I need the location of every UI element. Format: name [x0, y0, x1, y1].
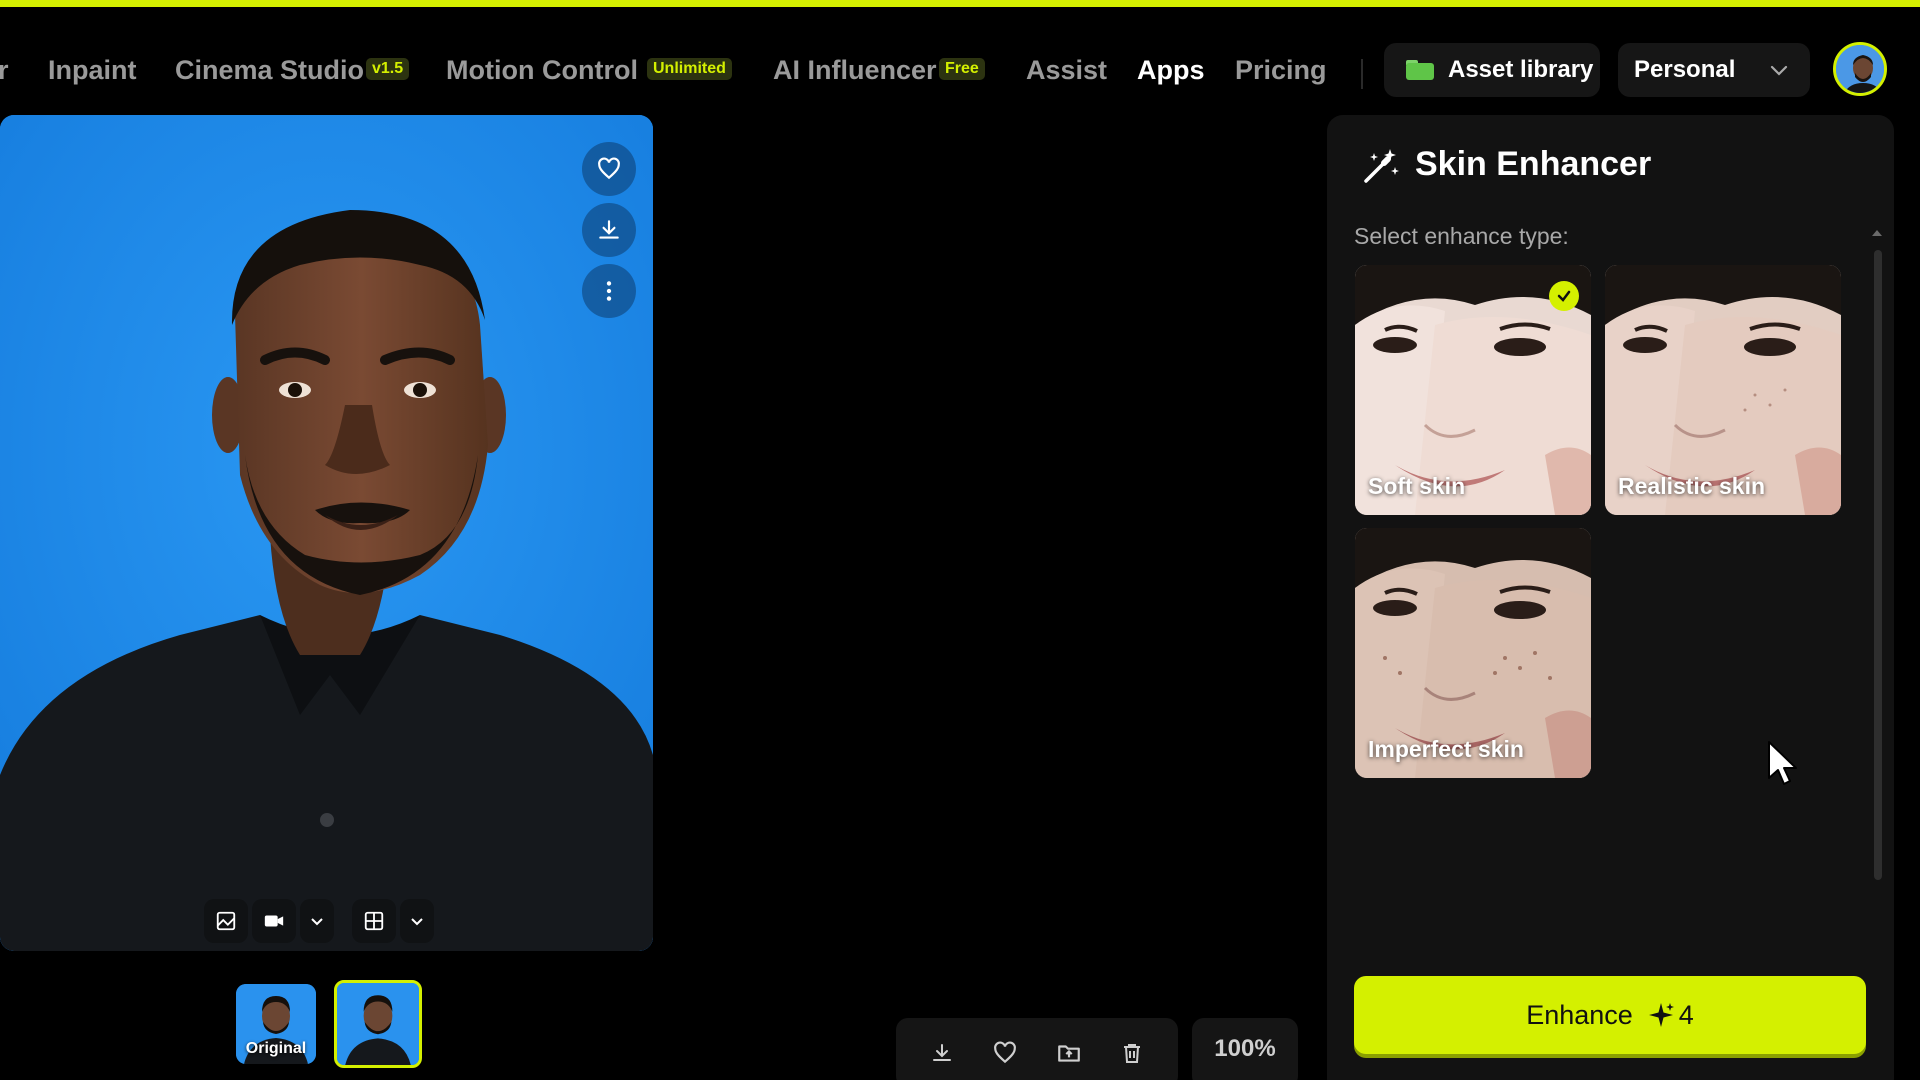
chevron-down-icon — [311, 918, 323, 926]
scrollbar-thumb[interactable] — [1874, 250, 1882, 880]
enhance-cost: 4 — [1678, 999, 1694, 1030]
option-soft-skin[interactable]: Soft skin — [1355, 265, 1591, 515]
option-label: Imperfect skin — [1368, 736, 1524, 762]
grid-icon — [364, 911, 384, 931]
asset-library-button[interactable]: Asset library — [1384, 43, 1600, 97]
heart-icon — [994, 1041, 1017, 1064]
option-label: Soft skin — [1368, 473, 1466, 499]
grid-options-dropdown[interactable] — [400, 899, 434, 943]
chevron-down-icon — [1770, 65, 1788, 76]
influencer-free-badge: Free — [939, 58, 985, 80]
thumbnail-enhanced[interactable] — [334, 980, 422, 1068]
more-vertical-icon — [606, 281, 612, 301]
zoom-level[interactable]: 100% — [1192, 1018, 1298, 1080]
cinema-version-badge: v1.5 — [366, 58, 410, 80]
skin-enhancer-panel: Skin Enhancer Select enhance type: Soft … — [1327, 115, 1894, 1080]
image-toolbar — [204, 895, 434, 947]
user-avatar[interactable] — [1833, 42, 1887, 96]
thumbnail-original-label: Original — [245, 1040, 307, 1057]
panel-scrollbar[interactable] — [1870, 226, 1884, 886]
folder-move-icon — [1057, 1045, 1080, 1062]
selected-check-icon — [1549, 281, 1579, 311]
workspace-label: Personal — [1634, 56, 1736, 83]
grid-layout-button[interactable] — [352, 899, 396, 943]
magic-wand-icon — [1364, 149, 1399, 183]
favorite-button[interactable] — [582, 142, 636, 196]
scroll-up-icon — [1872, 230, 1882, 236]
main-image-card[interactable] — [0, 115, 653, 951]
avatar-portrait — [1836, 45, 1884, 93]
trash-icon — [1124, 1044, 1141, 1063]
sparkle-icon — [1648, 1003, 1674, 1027]
image-icon — [216, 911, 236, 931]
download-icon — [932, 1044, 951, 1061]
nav-item-ai-influencer[interactable]: AI Influencer — [773, 55, 937, 86]
enhance-type-label: Select enhance type: — [1354, 223, 1569, 249]
chevron-down-icon — [411, 918, 423, 926]
download-icon — [599, 220, 619, 239]
folder-icon — [1406, 60, 1434, 80]
top-accent-line — [0, 0, 1920, 7]
video-mode-button[interactable] — [252, 899, 296, 943]
mouse-cursor-icon — [1768, 741, 1797, 785]
heart-icon — [598, 157, 620, 180]
video-icon — [264, 915, 284, 927]
download-result-button[interactable] — [922, 1033, 962, 1073]
option-realistic-skin[interactable]: Realistic skin — [1605, 265, 1841, 515]
enhance-button[interactable]: Enhance 4 — [1354, 976, 1866, 1054]
thumbnail-image — [337, 983, 419, 1065]
nav-item-assist[interactable]: Assist — [1026, 55, 1107, 86]
portrait-image — [0, 115, 653, 951]
more-options-button[interactable] — [582, 264, 636, 318]
delete-button[interactable] — [1112, 1033, 1152, 1073]
nav-item-motion-control[interactable]: Motion Control — [446, 55, 638, 86]
thumbnail-original[interactable]: Original — [236, 984, 316, 1064]
move-to-folder-button[interactable] — [1049, 1033, 1089, 1073]
nav-divider — [1361, 59, 1363, 89]
workspace-select[interactable]: Personal — [1618, 43, 1810, 97]
video-options-dropdown[interactable] — [300, 899, 334, 943]
option-imperfect-skin[interactable]: Imperfect skin — [1355, 528, 1591, 778]
option-label: Realistic skin — [1618, 473, 1766, 499]
image-mode-button[interactable] — [204, 899, 248, 943]
nav-item-pricing[interactable]: Pricing — [1235, 55, 1327, 86]
asset-library-label: Asset library — [1448, 56, 1594, 83]
top-navigation: r Inpaint Cinema Studio v1.5 Motion Cont… — [0, 7, 1920, 117]
favorite-result-button[interactable] — [985, 1033, 1025, 1073]
nav-item-cutoff[interactable]: r — [0, 55, 9, 86]
panel-title: Skin Enhancer — [1415, 145, 1652, 183]
download-button[interactable] — [582, 203, 636, 257]
result-actions-toolbar — [896, 1018, 1178, 1080]
nav-item-cinema-studio[interactable]: Cinema Studio — [175, 55, 364, 86]
nav-item-apps[interactable]: Apps — [1137, 55, 1205, 86]
motion-unlimited-badge: Unlimited — [647, 58, 732, 80]
enhance-label: Enhance — [1526, 999, 1633, 1030]
nav-item-inpaint[interactable]: Inpaint — [48, 55, 137, 86]
